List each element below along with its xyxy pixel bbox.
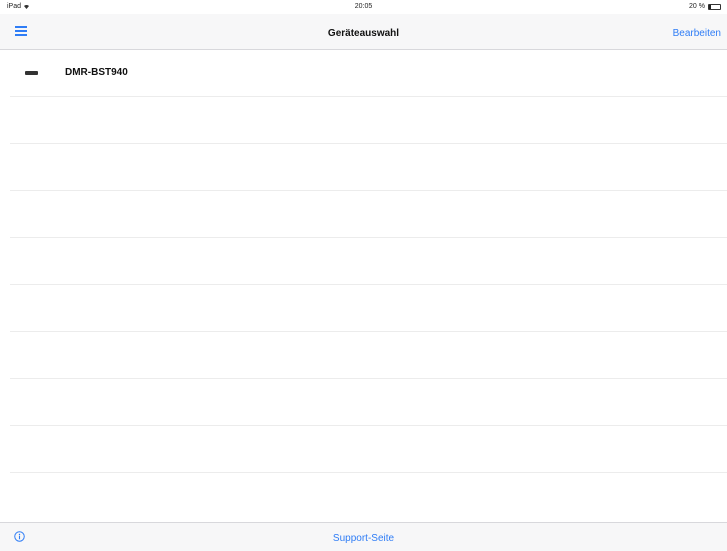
battery-icon [708,3,721,10]
device-label: DMR-BST940 [65,67,128,78]
navigation-bar: Geräteauswahl Bearbeiten [0,14,727,50]
empty-row [10,97,727,144]
status-right: 20 % [689,3,721,10]
edit-button[interactable]: Bearbeiten [673,28,721,39]
empty-row [10,238,727,285]
status-bar: iPad 20:05 20 % [0,0,727,14]
battery-percentage: 20 % [689,3,705,10]
battery-fill [709,4,712,9]
device-list: DMR-BST940 [10,50,727,473]
device-row[interactable]: DMR-BST940 [10,50,727,97]
empty-row [10,285,727,332]
empty-row [10,144,727,191]
bottom-toolbar: Support-Seite [0,522,727,551]
empty-row [10,191,727,238]
empty-row [10,379,727,426]
empty-row [10,332,727,379]
support-link[interactable]: Support-Seite [0,533,727,544]
page-title: Geräteauswahl [327,28,400,39]
empty-row [10,426,727,473]
device-icon [25,71,38,75]
status-time: 20:05 [354,3,373,10]
